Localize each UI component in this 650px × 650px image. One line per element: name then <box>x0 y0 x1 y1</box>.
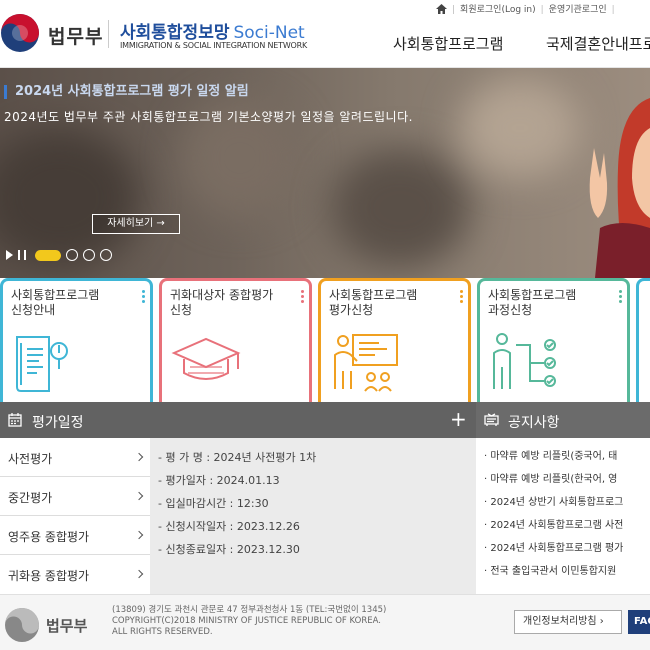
tab-mid-evaluation[interactable]: 중간평가 <box>0 477 150 516</box>
detail-checkin-deadline: - 입실마감시간 : 12:30 <box>158 497 269 510</box>
tab-pre-evaluation[interactable]: 사전평가 <box>0 438 150 477</box>
tab-naturalization-eval[interactable]: 귀화용 종합평가 <box>0 555 150 594</box>
chevron-right-icon <box>134 452 144 462</box>
utility-links: | 회원로그인(Log in) | 운영기관로그인 | <box>436 2 620 15</box>
card-naturalization-eval[interactable]: 귀화대상자 종합평가 신청 <box>159 278 312 402</box>
kebab-icon <box>460 290 463 305</box>
notice-item[interactable]: · 2024년 사회통합프로그램 평가 <box>484 539 623 554</box>
nav-social-integration[interactable]: 사회통합프로그램 <box>393 33 503 54</box>
home-icon[interactable] <box>436 4 447 14</box>
tab-label: 영주용 종합평가 <box>8 530 90 544</box>
operator-login-link[interactable]: 운영기관로그인 <box>549 5 607 15</box>
slide-indicator[interactable] <box>66 249 78 261</box>
footer-ministry-name: 법무부 <box>46 617 88 635</box>
main-banner: 2024년 사회통합프로그램 평가 일정 알림 2024년도 법무부 주관 사회… <box>0 68 650 278</box>
notice-item[interactable]: · 2024년 상반기 사회통합프로그 <box>484 493 623 508</box>
schedule-tabs: 사전평가 중간평가 영주용 종합평가 귀화용 종합평가 <box>0 438 150 594</box>
site-subtitle: IMMIGRATION & SOCIAL INTEGRATION NETWORK <box>120 41 308 50</box>
taegeuk-emblem-icon[interactable] <box>0 12 40 54</box>
notice-board-icon <box>484 413 499 426</box>
notice-panel-header: 공지사항 <box>476 402 650 438</box>
tab-label: 귀화용 종합평가 <box>8 569 90 583</box>
book-search-icon <box>16 336 68 392</box>
tab-label: 중간평가 <box>8 491 53 505</box>
fac-button[interactable]: FAC <box>628 610 650 634</box>
pause-icon[interactable] <box>18 250 26 260</box>
banner-description: 2024년도 법무부 주관 사회통합프로그램 기본소양평가 일정을 알려드립니다… <box>4 110 413 124</box>
schedule-more-plus-icon[interactable]: + <box>450 407 467 431</box>
footer-address: (13809) 경기도 과천시 관문로 47 정부과천청사 1동 (TEL:국번… <box>112 605 387 615</box>
schedule-panel-header: 평가일정 + <box>0 402 476 438</box>
tab-label: 사전평가 <box>8 452 53 466</box>
nav-intl-marriage[interactable]: 국제결혼안내프로 <box>546 33 650 54</box>
ministry-name[interactable]: 법무부 <box>48 22 103 49</box>
slide-indicator[interactable] <box>100 249 112 261</box>
site-title-ko: 사회통합정보망 <box>120 23 230 43</box>
privacy-policy-button[interactable]: 개인정보처리방침 › <box>514 610 622 634</box>
detail-eval-name: - 평 가 명 : 2024년 사전평가 1차 <box>158 451 317 464</box>
detail-apply-start: - 신청시작일자 : 2023.12.26 <box>158 520 300 533</box>
banner-more-button[interactable]: 자세히보기 → <box>92 214 180 234</box>
banner-bg-shape <box>460 78 580 178</box>
footer-copyright: COPYRIGHT(C)2018 MINISTRY OF JUSTICE REP… <box>112 616 381 626</box>
graduation-cap-icon <box>171 337 241 380</box>
card-course-apply[interactable]: 사회통합프로그램 과정신청 <box>477 278 630 402</box>
slide-indicator-active[interactable] <box>35 249 61 261</box>
banner-bg-shape <box>0 128 140 268</box>
card-evaluation-apply[interactable]: 사회통합프로그램 평가신청 <box>318 278 471 402</box>
banner-title: 2024년 사회통합프로그램 평가 일정 알림 <box>4 85 249 99</box>
slide-indicator[interactable] <box>83 249 95 261</box>
schedule-detail: - 평 가 명 : 2024년 사전평가 1차 - 평가일자 : 2024.01… <box>150 438 476 594</box>
page: 법무부 사회통합정보망 Soci-Net IMMIGRATION & SOCIAL… <box>0 0 650 650</box>
footer-address-block: (13809) 경기도 과천시 관문로 47 정부과천청사 1동 (TEL:국번… <box>112 605 386 638</box>
notice-item[interactable]: · 전국 출입국관서 이민통합지원 <box>484 562 616 577</box>
slide-controls <box>6 248 112 262</box>
detail-apply-end: - 신청종료일자 : 2023.12.30 <box>158 543 300 556</box>
detail-eval-date: - 평가일자 : 2024.01.13 <box>158 474 280 487</box>
notice-item[interactable]: · 2024년 사회통합프로그램 사전 <box>484 516 623 531</box>
site-header: 법무부 사회통합정보망 Soci-Net IMMIGRATION & SOCIAL… <box>0 0 650 68</box>
kebab-icon <box>619 290 622 305</box>
taegeuk-emblem-gray-icon <box>5 608 39 642</box>
notice-list: · 마약류 예방 리플릿(중국어, 태 · 마약류 예방 리플릿(한국어, 영 … <box>476 438 650 594</box>
chevron-right-icon <box>134 569 144 579</box>
quick-menu-cards: 사회통합프로그램 신청안내 귀화대상자 종합평가 신청 사회통합프로그램 평가신… <box>0 278 650 402</box>
tab-permanent-residency-eval[interactable]: 영주용 종합평가 <box>0 516 150 555</box>
notice-title: 공지사항 <box>508 415 560 431</box>
footer-rights: ALL RIGHTS RESERVED. <box>112 627 213 637</box>
site-title[interactable]: 사회통합정보망 Soci-Net <box>120 18 305 43</box>
notice-item[interactable]: · 마약류 예방 리플릿(한국어, 영 <box>484 470 617 485</box>
play-icon[interactable] <box>6 250 13 260</box>
site-footer: 법무부 (13809) 경기도 과천시 관문로 47 정부과천청사 1동 (TE… <box>0 594 650 650</box>
kebab-icon <box>301 290 304 305</box>
banner-person-illustration <box>589 98 650 278</box>
site-title-en: Soci-Net <box>233 23 305 43</box>
card-partial[interactable] <box>636 278 650 402</box>
card-title: 귀화대상자 종합평가 신청 <box>170 288 274 317</box>
notice-item[interactable]: · 마약류 예방 리플릿(중국어, 태 <box>484 447 617 462</box>
calendar-icon <box>8 413 22 427</box>
card-title: 사회통합프로그램 신청안내 <box>11 288 100 317</box>
member-login-link[interactable]: 회원로그인(Log in) <box>460 5 536 15</box>
card-title: 사회통합프로그램 평가신청 <box>329 288 418 317</box>
chevron-right-icon <box>134 530 144 540</box>
banner-bg-shape <box>330 148 470 268</box>
presentation-icon <box>334 334 398 392</box>
card-title: 사회통합프로그램 과정신청 <box>488 288 577 317</box>
chevron-right-icon <box>134 491 144 501</box>
schedule-title: 평가일정 <box>32 415 84 431</box>
kebab-icon <box>142 290 145 305</box>
card-program-guide[interactable]: 사회통합프로그램 신청안내 <box>0 278 153 402</box>
logo-divider <box>108 20 109 48</box>
checklist-person-icon <box>493 333 556 389</box>
